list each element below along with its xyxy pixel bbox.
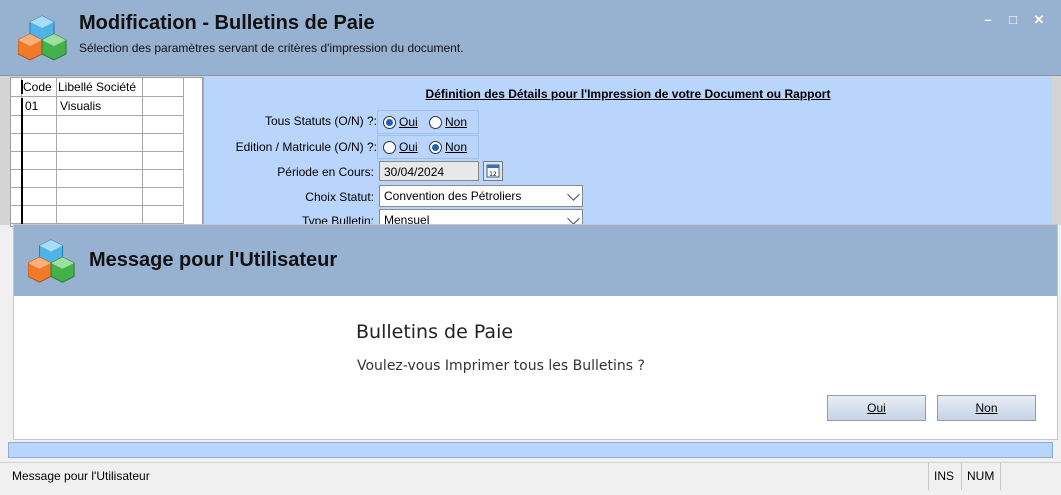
chevron-down-icon xyxy=(567,188,580,201)
row-indicator xyxy=(11,98,23,224)
table-row[interactable] xyxy=(11,187,184,206)
calendar-button[interactable]: 12 xyxy=(483,161,503,181)
grid-header-code[interactable]: Code xyxy=(23,80,52,94)
grid-cell-code[interactable]: 01 xyxy=(25,99,38,113)
edition-matricule-non-label: Non xyxy=(445,140,468,154)
maximize-button[interactable]: □ xyxy=(1005,13,1021,27)
edition-matricule-label: Edition / Matricule (O/N) ?: xyxy=(235,140,377,154)
table-row[interactable] xyxy=(11,133,184,152)
tous-statuts-oui-option[interactable]: Oui xyxy=(383,115,418,130)
choix-statut-value: Convention des Pétroliers xyxy=(384,189,522,203)
company-grid[interactable]: Code Libellé Société 01 Visualis xyxy=(10,77,203,227)
calendar-icon: 12 xyxy=(486,164,500,178)
panel-title: Définition des Détails pour l'Impression… xyxy=(425,87,831,101)
table-row[interactable] xyxy=(11,115,184,134)
minimize-button[interactable]: – xyxy=(980,13,996,27)
table-row[interactable] xyxy=(11,151,184,170)
tous-statuts-non-option[interactable]: Non xyxy=(429,115,468,130)
tous-statuts-label: Tous Statuts (O/N) ?: xyxy=(264,114,377,128)
radio-unselected-icon[interactable] xyxy=(429,116,442,130)
oui-button-label: Oui xyxy=(867,401,886,415)
status-ins: INS xyxy=(928,463,960,490)
edition-matricule-oui-option[interactable]: Oui xyxy=(383,140,418,155)
tous-statuts-non-label: Non xyxy=(445,115,468,129)
window-subtitle: Sélection des paramètres servant de crit… xyxy=(79,41,464,55)
chevron-down-icon xyxy=(567,212,580,225)
window-title: Modification - Bulletins de Paie xyxy=(79,12,375,34)
grid-header-libelle[interactable]: Libellé Société xyxy=(58,80,136,94)
dialog-title: Message pour l'Utilisateur xyxy=(89,249,338,271)
svg-text:12: 12 xyxy=(489,171,497,178)
status-empty-cell xyxy=(1000,463,1048,490)
row-indicator xyxy=(11,80,23,94)
choix-statut-select[interactable]: Convention des Pétroliers xyxy=(379,185,583,207)
bottom-panel-strip xyxy=(8,442,1053,458)
parameters-panel: Définition des Détails pour l'Impression… xyxy=(203,77,1052,231)
status-bar: Message pour l'Utilisateur INS NUM xyxy=(0,462,1061,495)
oui-button[interactable]: Oui xyxy=(827,395,926,421)
edition-matricule-radio-group: Oui Non xyxy=(377,135,479,159)
choix-statut-label: Choix Statut: xyxy=(305,190,374,204)
periode-label: Période en Cours: xyxy=(277,165,374,179)
edition-matricule-oui-label: Oui xyxy=(399,140,418,154)
message-text: Voulez-vous Imprimer tous les Bulletins … xyxy=(357,358,645,374)
periode-date-field[interactable]: 30/04/2024 xyxy=(379,161,479,181)
radio-unselected-icon[interactable] xyxy=(383,141,396,155)
radio-selected-icon[interactable] xyxy=(383,116,396,130)
message-title: Bulletins de Paie xyxy=(356,321,514,343)
non-button-label: Non xyxy=(975,401,998,415)
app-logo-cubes-icon xyxy=(18,15,67,61)
non-button[interactable]: Non xyxy=(937,395,1036,421)
edition-matricule-non-option[interactable]: Non xyxy=(429,140,468,155)
status-message: Message pour l'Utilisateur xyxy=(12,469,150,483)
table-row[interactable] xyxy=(11,205,184,224)
status-num: NUM xyxy=(961,463,999,490)
table-row[interactable] xyxy=(11,169,184,188)
tous-statuts-radio-group: Oui Non xyxy=(377,110,479,134)
close-button[interactable]: ✕ xyxy=(1031,13,1047,27)
message-dialog: Message pour l'Utilisateur Bulletins de … xyxy=(13,224,1058,440)
dialog-header: Message pour l'Utilisateur xyxy=(14,225,1057,296)
tous-statuts-oui-label: Oui xyxy=(399,115,418,129)
window-header: Modification - Bulletins de Paie Sélecti… xyxy=(0,0,1061,76)
radio-selected-icon[interactable] xyxy=(429,141,442,155)
grid-cell-libelle[interactable]: Visualis xyxy=(60,99,101,113)
app-logo-cubes-icon xyxy=(28,239,75,283)
